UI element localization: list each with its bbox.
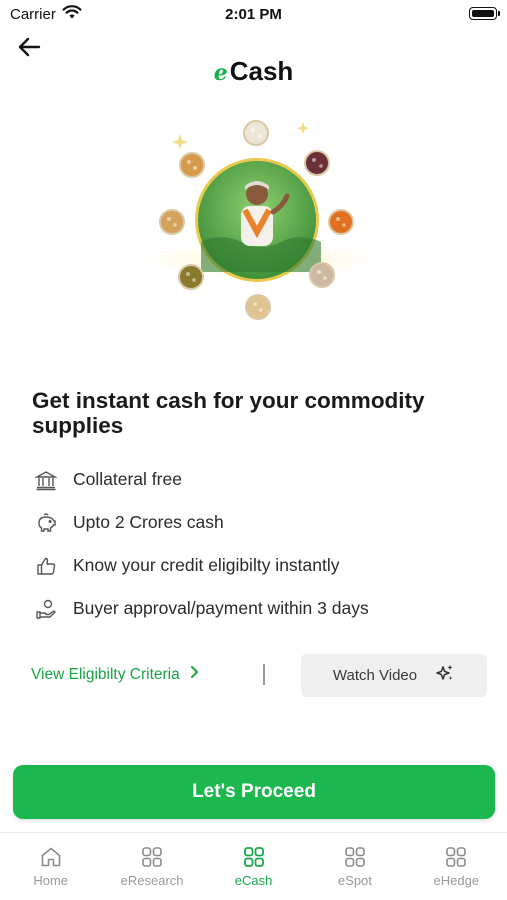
tab-ehedge[interactable]: eHedge: [406, 833, 507, 900]
view-eligibility-criteria-link[interactable]: View Eligibilty Criteria: [31, 665, 199, 684]
brand-prefix: e: [213, 60, 228, 86]
feature-credit-eligibility: Know your credit eligibilty instantly: [34, 544, 484, 587]
piggy-bank-icon: [34, 511, 58, 535]
feature-label: Buyer approval/payment within 3 days: [73, 598, 369, 618]
thumbs-up-icon: [34, 554, 58, 578]
vertical-divider: [263, 664, 265, 685]
feature-list: Collateral free Upto 2 Crores cash Know …: [34, 458, 484, 630]
eligibility-link-label: View Eligibilty Criteria: [31, 665, 180, 683]
page-title: eCash: [0, 56, 507, 87]
home-icon: [41, 847, 61, 867]
tab-label: eCash: [234, 873, 273, 888]
feature-label: Upto 2 Crores cash: [73, 512, 224, 532]
tab-espot[interactable]: eSpot: [304, 833, 405, 900]
tab-label: Home: [33, 873, 69, 888]
lets-proceed-button[interactable]: Let's Proceed: [13, 765, 495, 819]
clock: 2:01 PM: [225, 6, 282, 23]
headline: Get instant cash for your commodity supp…: [32, 388, 425, 438]
tab-label: eResearch: [120, 873, 184, 888]
feature-buyer-approval: Buyer approval/payment within 3 days: [34, 587, 484, 630]
tab-label: eHedge: [433, 873, 480, 888]
tab-ecash[interactable]: eCash: [203, 833, 304, 900]
grid-icon: [446, 847, 467, 867]
feature-label: Collateral free: [73, 469, 182, 489]
watch-video-button[interactable]: Watch Video: [301, 654, 487, 697]
brand-name: Cash: [229, 56, 294, 86]
watch-video-label: Watch Video: [332, 667, 418, 684]
tab-eresearch[interactable]: eResearch: [101, 833, 202, 900]
bank-icon: [34, 468, 58, 492]
hand-coin-icon: [34, 597, 58, 621]
hero-illustration: [135, 110, 380, 340]
grid-icon: [345, 847, 365, 867]
feature-collateral-free: Collateral free: [34, 458, 484, 501]
battery-icon: [469, 7, 500, 20]
feature-label: Know your credit eligibilty instantly: [73, 555, 340, 575]
feature-upto-2-crores: Upto 2 Crores cash: [34, 501, 484, 544]
grid-icon: [243, 847, 264, 867]
status-bar: Carrier 2:01 PM: [0, 0, 507, 28]
sparkle-icon: [435, 663, 455, 688]
tab-home[interactable]: Home: [0, 833, 101, 900]
tab-label: eSpot: [337, 873, 372, 888]
grid-icon: [142, 847, 162, 867]
chevron-right-icon: [190, 665, 199, 684]
bottom-tab-bar: Home eResearch eCash eSpot eHedge: [0, 832, 507, 900]
